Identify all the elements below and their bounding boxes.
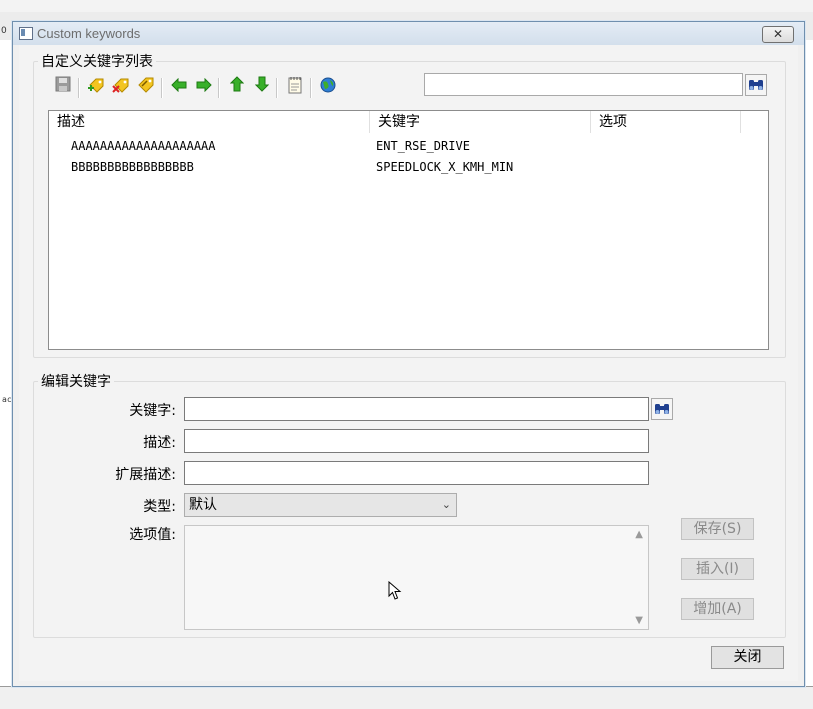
edit-keyword-legend: 编辑关键字 [38, 371, 114, 391]
toolbar-separator [218, 78, 220, 98]
background-right-panel [805, 40, 813, 686]
column-header-option[interactable]: 选项 [591, 111, 741, 133]
arrow-up-icon[interactable] [226, 76, 248, 98]
toolbar-separator [161, 78, 163, 98]
option-values-textarea[interactable]: ▲ ▼ [184, 525, 649, 630]
description-input[interactable] [184, 429, 649, 453]
add-button[interactable]: 增加(A) [681, 598, 754, 620]
close-button[interactable]: 关闭 [711, 646, 784, 669]
background-fragment: ac [2, 395, 12, 404]
notepad-icon[interactable] [284, 76, 306, 98]
column-header-description[interactable]: 描述 [49, 111, 370, 133]
row-description: AAAAAAAAAAAAAAAAAAAA [71, 139, 216, 153]
table-row[interactable]: AAAAAAAAAAAAAAAAAAAA ENT_RSE_DRIVE [49, 136, 768, 157]
mouse-cursor-icon [388, 581, 402, 600]
arrow-down-icon[interactable] [251, 76, 273, 98]
extended-description-label: 扩展描述: [115, 467, 176, 483]
background-fragment: 0 [1, 26, 7, 36]
window-title: Custom keywords [37, 26, 141, 41]
type-label: 类型: [143, 499, 176, 515]
window-icon [19, 27, 33, 40]
type-select-value: 默认 [189, 497, 217, 513]
keyword-list[interactable]: 描述 关键字 选项 AAAAAAAAAAAAAAAAAAAA ENT_RSE_D… [48, 110, 769, 350]
arrow-left-icon[interactable] [168, 76, 190, 98]
description-label: 描述: [143, 435, 176, 451]
background-status-area [0, 686, 813, 709]
chevron-down-icon: ⌄ [441, 498, 451, 511]
save-button[interactable]: 保存(S) [681, 518, 754, 540]
scroll-up-icon[interactable]: ▲ [635, 529, 643, 540]
keyword-input[interactable] [184, 397, 649, 421]
row-keyword: SPEEDLOCK_X_KMH_MIN [376, 160, 514, 174]
list-toolbar [52, 76, 352, 100]
binoculars-icon [655, 404, 669, 414]
scroll-down-icon[interactable]: ▼ [635, 615, 643, 626]
insert-button[interactable]: 插入(I) [681, 558, 754, 580]
row-description: BBBBBBBBBBBBBBBBB [71, 160, 194, 174]
table-row[interactable]: BBBBBBBBBBBBBBBBB SPEEDLOCK_X_KMH_MIN [49, 157, 768, 178]
globe-icon[interactable] [317, 76, 339, 98]
arrow-right-icon[interactable] [193, 76, 215, 98]
list-find-button[interactable] [745, 74, 767, 96]
binoculars-icon [749, 80, 763, 90]
title-bar[interactable]: Custom keywords ✕ [13, 22, 804, 45]
keyword-label: 关键字: [129, 403, 176, 419]
column-header-keyword[interactable]: 关键字 [370, 111, 591, 133]
list-header: 描述 关键字 选项 [49, 111, 768, 133]
toolbar-separator [310, 78, 312, 98]
options-label: 选项值: [129, 527, 176, 543]
add-key-icon[interactable] [85, 76, 107, 98]
window-close-button[interactable]: ✕ [762, 26, 794, 43]
save-icon[interactable] [52, 76, 74, 98]
extended-description-input[interactable] [184, 461, 649, 485]
type-select[interactable]: 默认 ⌄ [184, 493, 457, 517]
delete-key-icon[interactable] [110, 76, 132, 98]
keyword-list-legend: 自定义关键字列表 [38, 51, 156, 71]
keyword-find-button[interactable] [651, 398, 673, 420]
toolbar-separator [276, 78, 278, 98]
row-keyword: ENT_RSE_DRIVE [376, 139, 470, 153]
edit-tag-icon[interactable] [135, 76, 157, 98]
list-search-input[interactable] [424, 73, 743, 96]
toolbar-separator [78, 78, 80, 98]
